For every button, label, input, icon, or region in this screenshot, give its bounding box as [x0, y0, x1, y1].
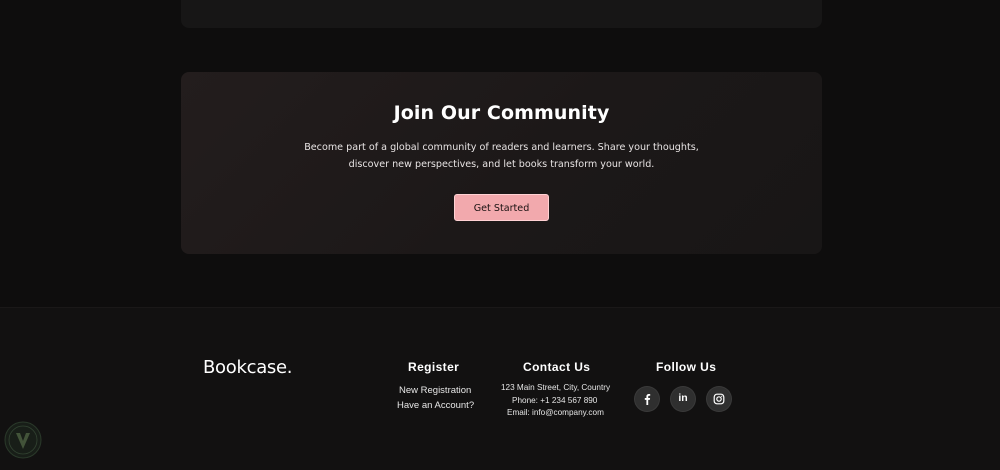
contact-address: 123 Main Street, City, Country [501, 383, 611, 392]
brand-logo[interactable]: Bookcase. [203, 357, 293, 378]
facebook-button[interactable] [635, 387, 659, 411]
get-started-button[interactable]: Get Started [454, 194, 549, 221]
new-registration-link[interactable]: New Registration [399, 385, 471, 396]
follow-title: Follow Us [656, 360, 717, 374]
community-description-line-1: Become part of a global community of rea… [304, 142, 699, 153]
register-title: Register [408, 360, 460, 374]
watermark-logo-icon [4, 421, 42, 459]
community-description: Become part of a global community of rea… [301, 139, 702, 173]
footer: Bookcase. Register New Registration Have… [0, 307, 1000, 470]
facebook-icon [644, 394, 651, 405]
previous-section-card [181, 0, 822, 28]
have-account-link[interactable]: Have an Account? [397, 400, 474, 411]
community-title: Join Our Community [393, 102, 610, 124]
page: Join Our Community Become part of a glob… [0, 0, 1000, 470]
linkedin-button[interactable]: in [671, 387, 695, 411]
contact-phone: Phone: +1 234 567 890 [512, 396, 598, 405]
contact-title: Contact Us [523, 360, 591, 374]
contact-email: Email: info@company.com [507, 408, 604, 417]
footer-divider [0, 307, 1000, 308]
instagram-button[interactable] [707, 387, 731, 411]
community-section: Join Our Community Become part of a glob… [181, 72, 822, 254]
community-description-line-2: discover new perspectives, and let books… [348, 159, 655, 170]
instagram-icon [713, 393, 725, 405]
linkedin-icon: in [678, 392, 688, 404]
